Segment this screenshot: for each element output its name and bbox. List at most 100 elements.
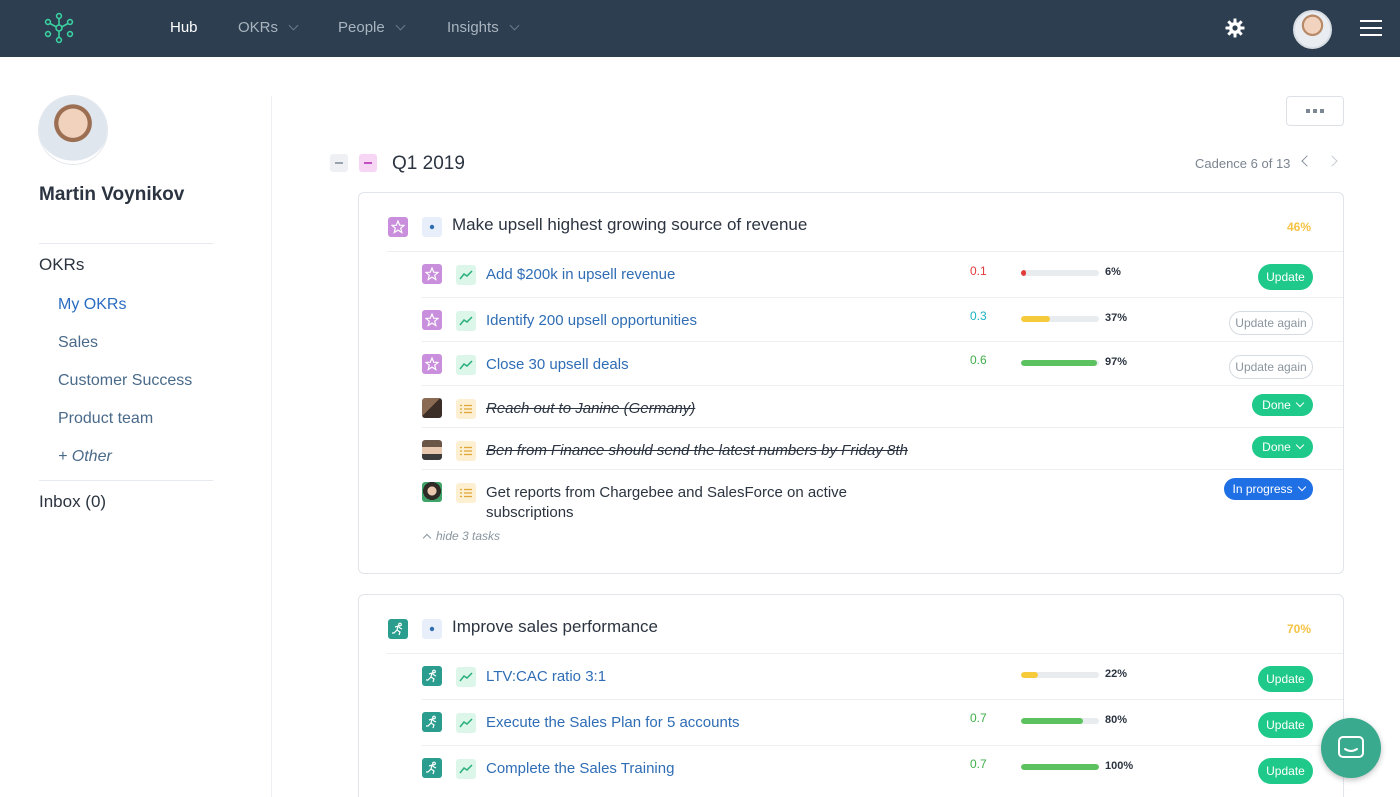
key-result-progress-bar xyxy=(1021,270,1099,276)
chat-widget-button[interactable] xyxy=(1321,718,1381,778)
key-result-title[interactable]: Add $200k in upsell revenue xyxy=(486,266,675,283)
prev-cadence-icon[interactable] xyxy=(1301,155,1313,167)
task-title[interactable]: Ben from Finance should send the latest … xyxy=(486,442,908,459)
sidebar-section-title: OKRs xyxy=(39,255,85,274)
update-button[interactable]: Update xyxy=(1258,758,1313,784)
runner-icon xyxy=(388,619,408,639)
assignee-avatar xyxy=(422,440,442,460)
objective-card: Improve sales performance 70% LTV:CAC ra… xyxy=(358,594,1344,797)
task-status-label: Done xyxy=(1262,440,1291,454)
key-result-progress-bar xyxy=(1021,718,1099,724)
sidebar-item-customer-success[interactable]: Customer Success xyxy=(58,372,192,390)
key-result-title[interactable]: Complete the Sales Training xyxy=(486,760,674,777)
key-result-progress-bar xyxy=(1021,764,1099,770)
logo-icon[interactable] xyxy=(44,12,74,44)
task-list-icon xyxy=(456,483,476,503)
star-icon xyxy=(422,310,442,330)
gear-icon[interactable] xyxy=(1225,18,1245,38)
key-result-score: 0.7 xyxy=(970,711,987,725)
task-title-line-1[interactable]: Get reports from Chargebee and SalesForc… xyxy=(486,484,847,501)
sidebar-item-sales[interactable]: Sales xyxy=(58,334,98,352)
nav-okrs[interactable]: OKRs xyxy=(238,19,299,36)
nav-insights-label: Insights xyxy=(447,19,499,36)
objective-type-icon xyxy=(422,217,442,237)
objective-type-icon xyxy=(422,619,442,639)
key-result-progress-bar xyxy=(1021,360,1099,366)
sidebar-item-inbox[interactable]: Inbox (0) xyxy=(39,492,106,512)
sidebar-divider xyxy=(39,480,213,481)
nav-insights[interactable]: Insights xyxy=(447,19,520,36)
user-avatar[interactable] xyxy=(1293,10,1332,49)
nav-hub[interactable]: Hub xyxy=(170,19,198,36)
task-status-label: In progress xyxy=(1232,482,1293,496)
chat-icon xyxy=(1338,736,1364,758)
sidebar-item-other[interactable]: + Other xyxy=(58,448,112,466)
hide-tasks-toggle[interactable]: hide 3 tasks xyxy=(422,529,501,543)
hide-tasks-label: hide 3 tasks xyxy=(436,529,501,543)
collapse-all-button[interactable] xyxy=(330,154,348,172)
star-icon xyxy=(388,217,408,237)
update-again-button[interactable]: Update again xyxy=(1229,311,1313,335)
trend-icon xyxy=(456,713,476,733)
task-title-line-2[interactable]: subscriptions xyxy=(486,504,574,521)
update-button[interactable]: Update xyxy=(1258,712,1313,738)
update-button[interactable]: Update xyxy=(1258,264,1313,290)
star-icon xyxy=(422,354,442,374)
next-cadence-icon[interactable] xyxy=(1326,155,1338,167)
task-status-dropdown[interactable]: In progress xyxy=(1224,478,1313,500)
hamburger-icon[interactable] xyxy=(1360,20,1382,36)
task-list-icon xyxy=(456,441,476,461)
sidebar-item-my-okrs[interactable]: My OKRs xyxy=(58,296,126,314)
trend-icon xyxy=(456,311,476,331)
more-dots-icon xyxy=(1306,109,1310,113)
sidebar-item-product-team[interactable]: Product team xyxy=(58,410,153,428)
top-navbar: Hub OKRs People Insights xyxy=(0,0,1400,57)
chevron-down-icon xyxy=(1295,440,1305,450)
chevron-down-icon xyxy=(395,20,406,31)
key-result-progress-label: 37% xyxy=(1105,312,1128,324)
key-result-title[interactable]: LTV:CAC ratio 3:1 xyxy=(486,668,606,685)
objective-title[interactable]: Make upsell highest growing source of re… xyxy=(452,215,807,235)
key-result-progress-label: 80% xyxy=(1105,714,1128,726)
more-options-button[interactable] xyxy=(1286,96,1344,126)
nav-people[interactable]: People xyxy=(338,19,406,36)
period-title: Q1 2019 xyxy=(392,153,465,174)
sidebar-divider xyxy=(39,243,213,244)
nav-okrs-label: OKRs xyxy=(238,19,279,36)
collapse-period-button[interactable] xyxy=(359,154,377,172)
task-status-label: Done xyxy=(1262,398,1291,412)
cadence-indicator: Cadence 6 of 13 xyxy=(1195,156,1291,171)
objective-percent: 46% xyxy=(1287,220,1312,234)
key-result-score: 0.3 xyxy=(970,309,987,323)
trend-icon xyxy=(456,355,476,375)
nav-hub-label: Hub xyxy=(170,19,198,36)
key-result-progress-label: 97% xyxy=(1105,356,1128,368)
trend-icon xyxy=(456,265,476,285)
chevron-down-icon xyxy=(509,20,520,31)
objective-percent: 70% xyxy=(1287,622,1312,636)
update-again-button[interactable]: Update again xyxy=(1229,355,1313,379)
key-result-title[interactable]: Identify 200 upsell opportunities xyxy=(486,312,697,329)
task-status-dropdown[interactable]: Done xyxy=(1252,436,1313,458)
key-result-title[interactable]: Execute the Sales Plan for 5 accounts xyxy=(486,714,739,731)
key-result-title[interactable]: Close 30 upsell deals xyxy=(486,356,629,373)
chevron-down-icon xyxy=(1297,482,1306,492)
key-result-progress-bar xyxy=(1021,316,1099,322)
update-button[interactable]: Update xyxy=(1258,666,1313,692)
key-result-progress-label: 6% xyxy=(1105,266,1121,278)
key-result-score: 0.7 xyxy=(970,757,987,771)
key-result-progress-label: 100% xyxy=(1105,760,1134,772)
task-title[interactable]: Reach out to Janine (Germany) xyxy=(486,400,695,417)
task-status-dropdown[interactable]: Done xyxy=(1252,394,1313,416)
objective-title[interactable]: Improve sales performance xyxy=(452,617,658,637)
runner-icon xyxy=(422,712,442,732)
key-result-progress-bar xyxy=(1021,672,1099,678)
profile-avatar xyxy=(39,96,107,164)
assignee-avatar xyxy=(422,398,442,418)
objective-card: Make upsell highest growing source of re… xyxy=(358,192,1344,574)
key-result-score: 0.6 xyxy=(970,353,987,367)
trend-icon xyxy=(456,667,476,687)
chevron-down-icon xyxy=(288,20,299,31)
chevron-down-icon xyxy=(1295,398,1305,408)
sidebar-separator xyxy=(271,96,272,797)
